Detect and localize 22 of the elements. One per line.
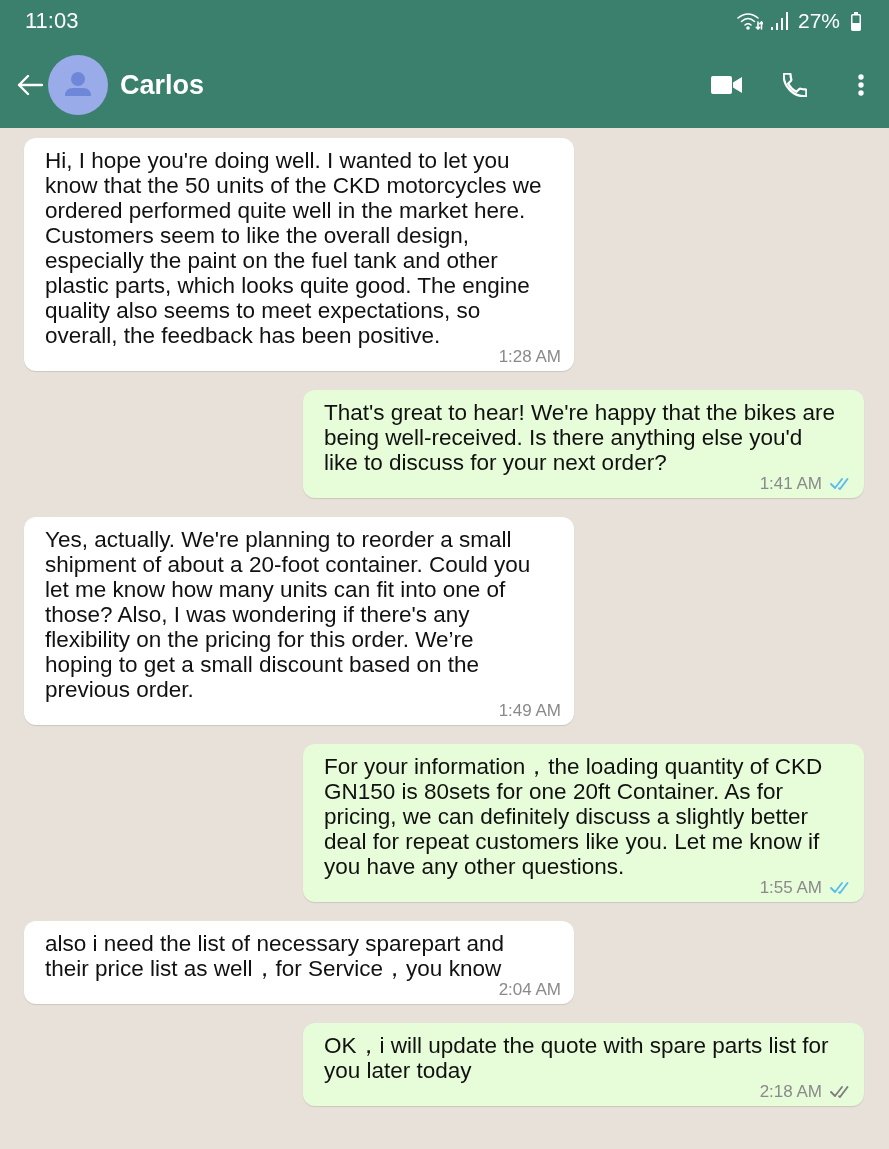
back-arrow-icon[interactable]	[17, 74, 43, 96]
message-text: That's great to hear! We're happy that the bikes are being well-received. Is there anything else you'd like to discuss for your next order?	[324, 400, 836, 475]
message-time: 1:55 AM	[759, 879, 822, 896]
message-time: 2:04 AM	[498, 981, 561, 998]
status-time: 11:03	[25, 8, 79, 34]
more-options-icon[interactable]	[858, 74, 864, 96]
video-call-icon[interactable]	[711, 75, 742, 95]
message-text: For your information，the loading quantity of CKD GN150 is 80sets for one 20ft Container. As for pricing, we can definitely discuss a slightly better deal for repeat customers like you. Let me know if you have any other questions.	[324, 754, 824, 879]
signal-icon	[770, 12, 789, 30]
message-time: 1:41 AM	[759, 475, 822, 492]
message-text: Hi, I hope you're doing well. I wanted to let you know that the 50 units of the CKD motorcycles we ordered performed quite well in the market here. Customers seem to like the overall design, especially the paint on the fuel tank and other plastic parts, which looks quite good. The engine quality also seems to meet expectations, so overall, the feedback has been positive.	[45, 148, 543, 348]
battery-icon	[851, 11, 861, 31]
wifi-icon	[736, 12, 763, 30]
contact-name[interactable]: Carlos	[120, 69, 205, 101]
message-time: 1:49 AM	[498, 702, 561, 719]
message-time: 2:18 AM	[759, 1083, 822, 1100]
message-text: OK，i will update the quote with spare parts list for you later today	[324, 1033, 830, 1083]
message-text: Yes, actually. We're planning to reorder a small shipment of about a 20-foot container. Could you let me know how many units can fit into one of those? Also, I was wondering if there's any flexibility on the pricing for this order. We’re hoping to get a small discount based on the previous order.	[45, 527, 532, 702]
message-text: also i need the list of necessary sparepart and their price list as well，for Service，you know	[45, 931, 506, 981]
phone-icon[interactable]	[783, 73, 807, 97]
battery-percent: 27%	[797, 8, 840, 34]
message-time: 1:28 AM	[498, 348, 561, 365]
